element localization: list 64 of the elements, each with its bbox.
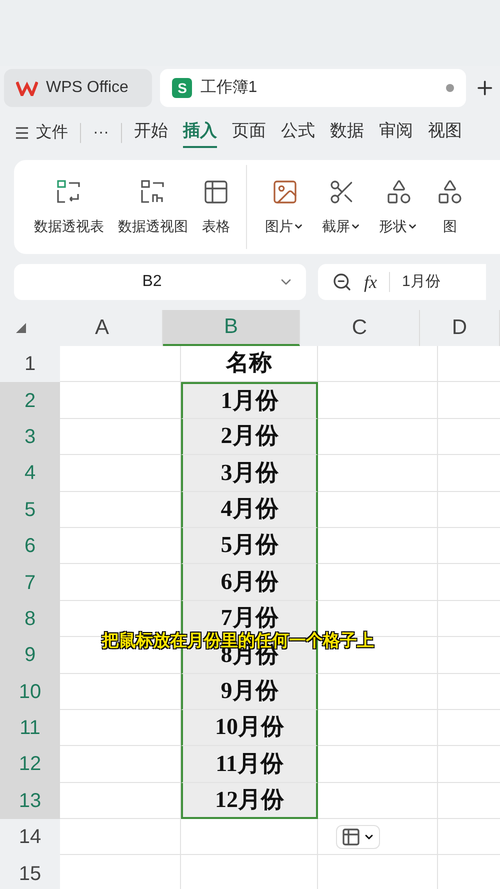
row-header[interactable]: 1 <box>0 346 60 382</box>
menu-icon[interactable] <box>16 126 28 140</box>
column-header[interactable]: C <box>300 310 420 346</box>
column-header[interactable]: D <box>420 310 500 346</box>
column-header[interactable]: B <box>163 310 300 346</box>
spreadsheet-icon: S <box>172 78 192 98</box>
row-header[interactable]: 12 <box>0 746 60 783</box>
formula-field[interactable]: fx 1月份 <box>318 264 486 300</box>
ribbon-tab[interactable]: 公式 <box>280 118 315 148</box>
ribbon-tab[interactable]: 数据 <box>330 118 364 148</box>
ribbon-tab[interactable]: 开始 <box>134 118 168 148</box>
table-cell: 3月份 <box>181 455 318 492</box>
table-cell: 4月份 <box>181 492 318 528</box>
ribbon-button[interactable]: 图片 <box>261 178 308 236</box>
row-header[interactable]: 8 <box>0 600 60 638</box>
row-header[interactable]: 10 <box>0 674 60 710</box>
file-menu[interactable]: 文件 <box>36 121 68 145</box>
tab-label: 工作簿1 <box>200 78 258 98</box>
table-cell: 1月份 <box>181 382 318 419</box>
pivot-table-icon <box>55 178 83 206</box>
ribbon-tab[interactable]: 审阅 <box>378 118 413 148</box>
logo-icon <box>16 80 38 96</box>
row-header[interactable]: 4 <box>0 455 60 492</box>
row-header[interactable]: 11 <box>0 710 60 746</box>
document-tab[interactable]: S 工作簿1 <box>160 69 466 107</box>
row-header[interactable]: 3 <box>0 418 60 456</box>
tab-label: WPS Office <box>46 78 128 98</box>
paste-options-button[interactable] <box>336 824 380 849</box>
table-icon <box>202 178 230 206</box>
ribbon-tab[interactable]: 视图 <box>428 118 462 148</box>
row-header[interactable]: 7 <box>0 564 60 601</box>
image-icon <box>270 178 298 206</box>
zoom-out-icon[interactable] <box>332 272 352 292</box>
row-header[interactable]: 9 <box>0 637 60 674</box>
document-tab[interactable]: WPS Office <box>4 69 152 107</box>
ribbon-button[interactable]: 形状 <box>375 178 422 236</box>
table-cell: 12月份 <box>181 782 318 820</box>
row-header[interactable]: 13 <box>0 782 60 820</box>
ribbon-tab[interactable]: 插入 <box>182 118 217 148</box>
more-menu[interactable]: ··· <box>93 121 109 145</box>
ribbon-button[interactable]: 数据透视表 <box>32 178 106 236</box>
pivot-chart-icon <box>139 178 167 206</box>
select-all-icon[interactable] <box>16 323 26 333</box>
row-header[interactable]: 5 <box>0 492 60 528</box>
row-header[interactable]: 6 <box>0 528 60 564</box>
table-cell: 6月份 <box>181 564 318 601</box>
row-header[interactable]: 2 <box>0 382 60 419</box>
table-cell: 9月份 <box>181 674 318 710</box>
ribbon-button[interactable]: 数据透视图 <box>116 178 190 236</box>
name-box[interactable]: B2 <box>14 264 306 300</box>
row-header[interactable]: 14 <box>0 819 60 856</box>
ribbon-button[interactable]: 截屏 <box>318 178 365 236</box>
ribbon-tab[interactable]: 页面 <box>232 118 266 148</box>
ribbon-button[interactable]: 图 <box>432 178 468 236</box>
shapes-icon <box>436 178 464 206</box>
ribbon-button[interactable]: 表格 <box>200 178 232 236</box>
table-icon <box>340 826 360 847</box>
fx-label: fx <box>364 270 377 294</box>
table-cell: 2月份 <box>181 418 318 456</box>
table-cell: 10月份 <box>181 710 318 746</box>
table-cell: 11月份 <box>181 746 318 783</box>
row-header[interactable]: 15 <box>0 855 60 889</box>
shapes-icon <box>384 178 412 206</box>
table-cell: 5月份 <box>181 528 318 564</box>
